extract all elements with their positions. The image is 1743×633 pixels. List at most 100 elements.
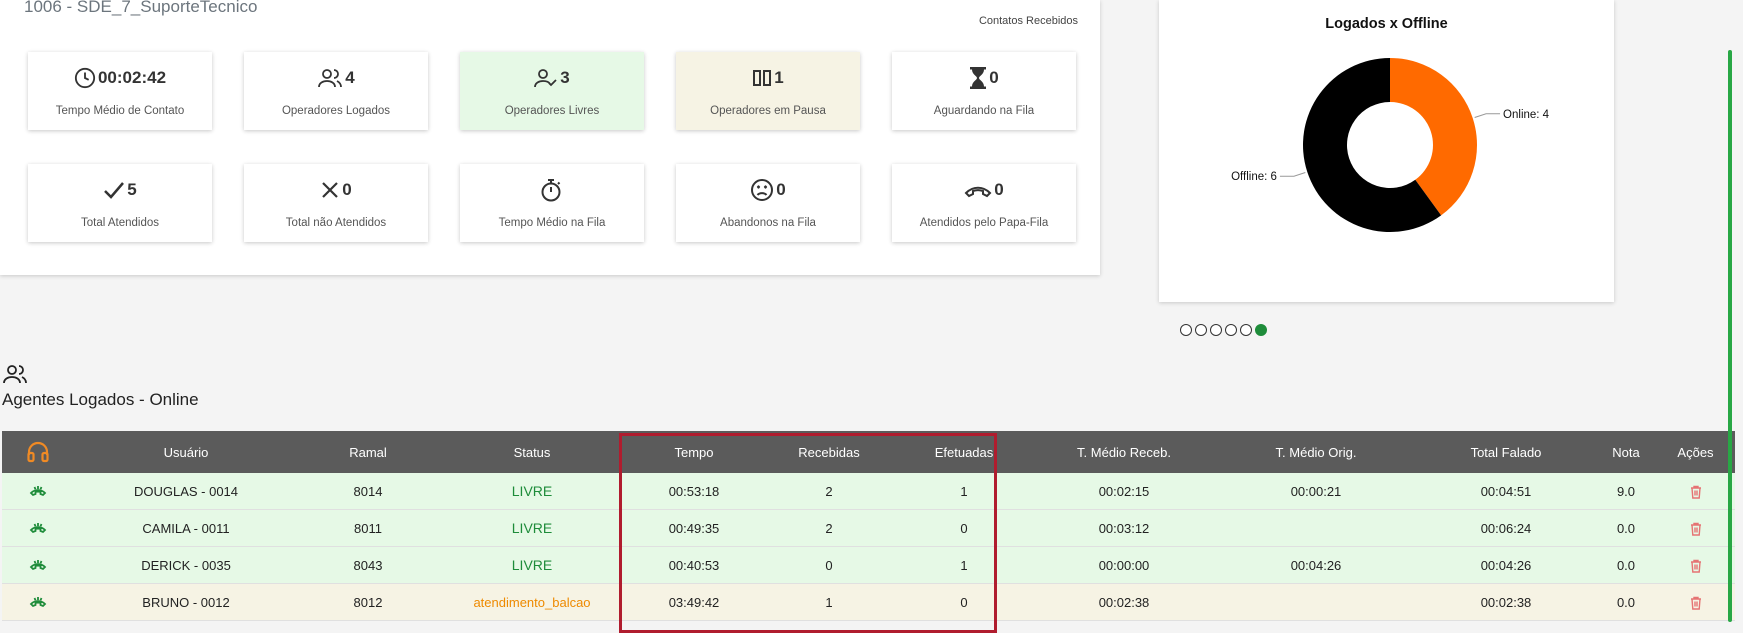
cell-efetuadas: 0 xyxy=(896,509,1032,547)
cell-total: 00:04:26 xyxy=(1416,546,1596,584)
table-row[interactable]: DOUGLAS - 0014 8014 LIVRE 00:53:18 2 1 00:02:1… xyxy=(2,473,1735,510)
column-header: Nota xyxy=(1596,431,1656,473)
stat-value: 00:02:42 xyxy=(97,68,167,87)
stat-card: 0 Aguardando na Fila xyxy=(892,52,1076,130)
stat-value: 5 xyxy=(127,180,137,199)
cell-nota: 9.0 xyxy=(1596,473,1656,510)
cell-tempo: 00:49:35 xyxy=(626,509,762,547)
cell-tempo: 03:49:42 xyxy=(626,583,762,621)
clock-icon xyxy=(74,67,96,89)
column-header: Efetuadas xyxy=(896,431,1032,473)
stat-value: 0 xyxy=(994,180,1004,199)
cell-recebidas: 1 xyxy=(762,583,896,621)
cell-recebidas: 2 xyxy=(762,473,896,510)
cell-tmo: 00:04:26 xyxy=(1216,546,1416,584)
cell-tmr: 00:02:15 xyxy=(1032,473,1216,510)
cell-total: 00:02:38 xyxy=(1416,583,1596,621)
agents-title: Agentes Logados - Online xyxy=(2,390,199,409)
stat-label: Operadores em Pausa xyxy=(710,105,826,117)
cell-efetuadas: 1 xyxy=(896,546,1032,584)
headset-icon xyxy=(26,440,50,464)
cell-nota: 0.0 xyxy=(1596,509,1656,547)
cell-status: atendimento_balcao xyxy=(438,583,626,621)
cell-user: DERICK - 0035 xyxy=(74,546,298,584)
users-icon xyxy=(317,68,343,88)
sad-face-icon xyxy=(750,178,774,202)
stat-label: Abandonos na Fila xyxy=(720,217,816,229)
chart-panel: Logados x Offline Online: 4 Offline: 6 xyxy=(1159,0,1614,302)
stat-card: Tempo Médio na Fila xyxy=(460,164,644,242)
stat-card: 0 Total não Atendidos xyxy=(244,164,428,242)
column-header: Recebidas xyxy=(762,431,896,473)
contacts-received-caption: Contatos Recebidos xyxy=(978,15,1078,27)
cell-tmr: 00:02:38 xyxy=(1032,583,1216,621)
stat-card: 5 Total Atendidos xyxy=(28,164,212,242)
carousel-dot[interactable] xyxy=(1210,324,1222,336)
cell-status: LIVRE xyxy=(438,509,626,547)
carousel-dot[interactable] xyxy=(1225,324,1237,336)
stat-card: 1 Operadores em Pausa xyxy=(676,52,860,130)
label-leader-line xyxy=(1279,172,1306,177)
donut-chart: Online: 4 Offline: 6 xyxy=(1231,58,1550,232)
delete-button[interactable] xyxy=(1690,485,1702,499)
stat-card: 0 Atendidos pelo Papa-Fila xyxy=(892,164,1076,242)
users-icon xyxy=(3,364,27,384)
agents-table-wrap: Usuário Ramal Status Tempo Recebidas Efetuada… xyxy=(2,431,1735,621)
cell-tmr: 00:00:00 xyxy=(1032,546,1216,584)
table-body: DOUGLAS - 0014 8014 LIVRE 00:53:18 2 1 00:02:1… xyxy=(2,473,1735,621)
stat-label: Operadores Logados xyxy=(281,105,391,117)
column-header: T. Médio Orig. xyxy=(1216,431,1416,473)
delete-button[interactable] xyxy=(1690,596,1702,610)
table-row[interactable]: BRUNO - 0012 8012 atendimento_balcao 03:49:… xyxy=(2,583,1735,621)
table-row[interactable]: DERICK - 0035 8043 LIVRE 00:40:53 0 1 00:00:00… xyxy=(2,546,1735,584)
cell-recebidas: 0 xyxy=(762,546,896,584)
stat-card: 4 Operadores Logados xyxy=(244,52,428,130)
stat-label: Total Atendidos xyxy=(80,217,159,229)
phone-status-icon xyxy=(29,485,47,499)
cell-ramal: 8043 xyxy=(298,546,438,584)
carousel-dot[interactable] xyxy=(1255,324,1267,336)
phone-status-icon xyxy=(29,596,47,610)
stat-card: 3 Operadores Livres xyxy=(460,52,644,130)
cell-user: CAMILA - 0011 xyxy=(74,509,298,547)
stat-value: 0 xyxy=(776,180,786,199)
cell-tmo xyxy=(1216,509,1416,547)
scrollbar[interactable] xyxy=(1728,50,1732,622)
stat-label: Atendidos pelo Papa-Fila xyxy=(919,217,1049,229)
stat-value: 3 xyxy=(560,68,570,87)
stat-card: 0 Abandonos na Fila xyxy=(676,164,860,242)
stat-value: 0 xyxy=(342,180,352,199)
table-row[interactable]: CAMILA - 0011 8011 LIVRE 00:49:35 2 0 00:03:12… xyxy=(2,509,1735,547)
cell-recebidas: 2 xyxy=(762,509,896,547)
cell-ramal: 8014 xyxy=(298,473,438,510)
cell-ramal: 8011 xyxy=(298,509,438,547)
delete-button[interactable] xyxy=(1690,522,1702,536)
column-header: Ramal xyxy=(298,431,438,473)
carousel-dot[interactable] xyxy=(1195,324,1207,336)
phone-status-icon xyxy=(29,522,47,536)
stat-card: 00:02:42 Tempo Médio de Contato xyxy=(28,52,212,130)
cell-user: DOUGLAS - 0014 xyxy=(74,473,298,510)
slice-label: Online: 4 xyxy=(1503,109,1550,121)
stopwatch-icon xyxy=(540,178,562,202)
stat-label: Tempo Médio de Contato xyxy=(55,105,185,117)
cell-nota: 0.0 xyxy=(1596,546,1656,584)
carousel-dot[interactable] xyxy=(1180,324,1192,336)
stat-label: Total não Atendidos xyxy=(285,217,387,229)
stat-value: 1 xyxy=(774,68,784,87)
cell-tempo: 00:53:18 xyxy=(626,473,762,510)
delete-button[interactable] xyxy=(1690,559,1702,573)
column-header: T. Médio Receb. xyxy=(1032,431,1216,473)
cell-status: LIVRE xyxy=(438,546,626,584)
phone-status-icon xyxy=(29,559,47,573)
column-header: Tempo xyxy=(626,431,762,473)
carousel-dot[interactable] xyxy=(1240,324,1252,336)
hourglass-icon xyxy=(969,67,987,89)
cell-total: 00:06:24 xyxy=(1416,509,1596,547)
stat-label: Tempo Médio na Fila xyxy=(498,217,606,229)
label-leader-line xyxy=(1474,113,1501,118)
column-header: Usuário xyxy=(74,431,298,473)
queue-title: 1006 - SDE_7_SuporteTecnico xyxy=(24,0,258,16)
agents-table: Usuário Ramal Status Tempo Recebidas Efetuada… xyxy=(2,431,1735,621)
x-icon xyxy=(320,180,340,200)
